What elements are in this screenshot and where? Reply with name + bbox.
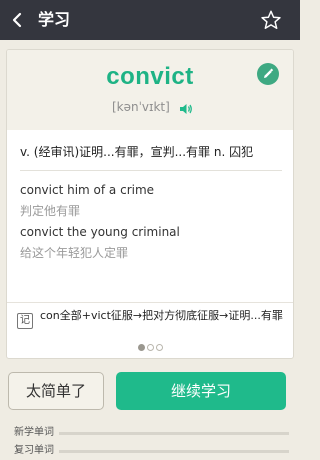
continue-learning-button[interactable]: 继续学习: [116, 372, 286, 410]
word-header: convict [kənˈvɪkt]: [7, 50, 293, 130]
word-title: convict: [106, 63, 194, 90]
edit-button[interactable]: [257, 63, 279, 85]
progress-track: [59, 450, 289, 453]
progress-track: [59, 432, 289, 435]
star-icon[interactable]: [260, 9, 282, 31]
page-indicator: [0, 344, 300, 354]
progress-label: 复习单词: [14, 445, 54, 456]
memory-note-icon: 记: [17, 313, 33, 329]
top-bar: 学习: [0, 0, 300, 40]
page-dot: [155, 344, 163, 351]
etymology-text: con全部+vict征服→把对方彻底征服→证明...有罪: [40, 309, 283, 322]
example-english: convict him of a crime: [20, 183, 155, 197]
too-easy-button[interactable]: 太简单了: [8, 372, 104, 410]
pencil-icon: [264, 68, 274, 78]
new-words-progress: 新学单词: [14, 425, 294, 441]
page-dot: [137, 344, 145, 351]
example-translation: 给这个年轻犯人定罪: [20, 246, 129, 260]
page-dot: [146, 344, 154, 351]
back-chevron-icon[interactable]: [10, 12, 24, 28]
progress-label: 新学单词: [14, 427, 54, 438]
page-title: 学习: [38, 10, 71, 29]
example-translation: 判定他有罪: [20, 204, 81, 218]
speaker-icon[interactable]: [179, 103, 193, 115]
example-list: convict him of a crime 判定他有罪 convict the…: [20, 180, 285, 264]
example-english: convict the young criminal: [20, 225, 180, 239]
review-words-progress: 复习单词: [14, 443, 294, 459]
divider: [7, 302, 293, 303]
definition: v. (经审讯)证明...有罪，宣判...有罪 n. 囚犯: [20, 145, 254, 159]
word-card: convict [kənˈvɪkt] v. (经审讯)证明...有罪，宣判...…: [6, 49, 294, 359]
phonetic: [kənˈvɪkt]: [112, 100, 170, 114]
divider: [20, 170, 282, 171]
